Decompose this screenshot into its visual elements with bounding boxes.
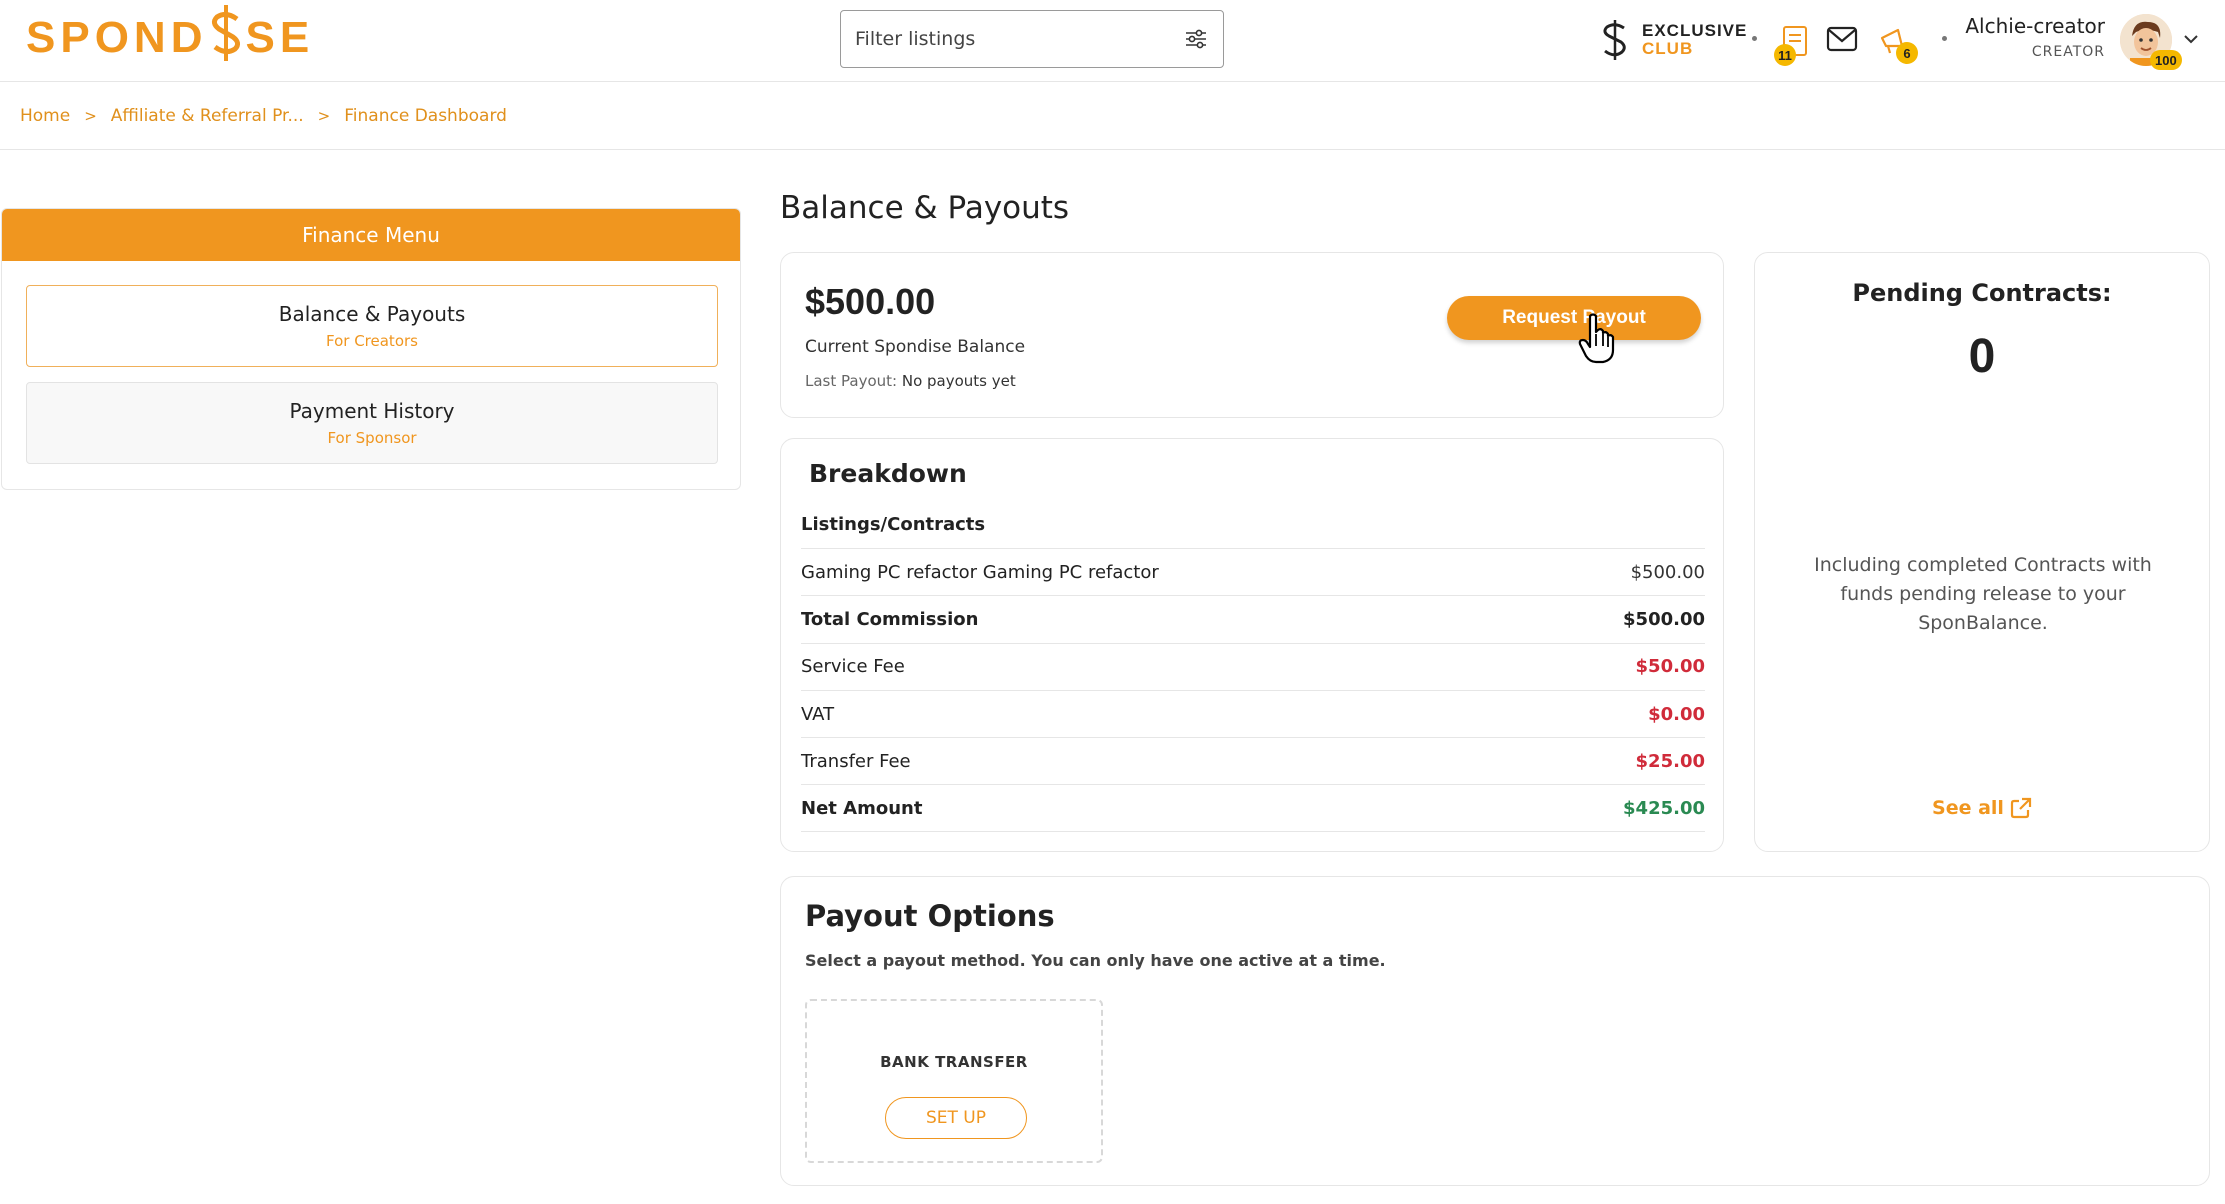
breakdown-card: Breakdown Listings/Contracts Gaming PC r… bbox=[780, 438, 1724, 852]
breakdown-label: Total Commission bbox=[801, 608, 979, 630]
breakdown-label: Transfer Fee bbox=[801, 750, 911, 772]
sidebar-item-sublabel: For Sponsor bbox=[327, 429, 417, 447]
filter-sliders-icon[interactable] bbox=[1183, 26, 1209, 52]
contracts-count-badge: 11 bbox=[1774, 44, 1796, 66]
balance-label: Current Spondise Balance bbox=[805, 337, 1026, 357]
exclusive-club-link[interactable]: EXCLUSIVE CLUB bbox=[1598, 18, 1747, 62]
page: SPOND SE Filter listings EXCLUSIVE CLUB … bbox=[0, 0, 2225, 1204]
breadcrumb: Home > Affiliate & Referral Pr... > Fina… bbox=[20, 106, 507, 126]
table-row: Gaming PC refactor Gaming PC refactor $5… bbox=[801, 548, 1705, 595]
breakdown-subheader: Listings/Contracts bbox=[801, 514, 986, 535]
breakdown-value: $500.00 bbox=[1630, 561, 1705, 583]
balance-amount: $500.00 bbox=[805, 281, 936, 322]
logo-dollar-icon bbox=[212, 5, 241, 61]
table-row: VAT $0.00 bbox=[801, 689, 1705, 737]
breakdown-label: VAT bbox=[801, 703, 835, 725]
breadcrumb-divider bbox=[0, 149, 2225, 150]
search-bar[interactable] bbox=[840, 10, 1224, 68]
payout-options-card: Payout Options Select a payout method. Y… bbox=[780, 876, 2210, 1186]
payout-options-subtitle: Select a payout method. You can only hav… bbox=[805, 951, 1386, 970]
user-role: CREATOR bbox=[2031, 44, 2105, 60]
sidebar-item-payment-history[interactable]: Payment History For Sponsor bbox=[26, 382, 718, 464]
sidebar-item-sublabel: For Creators bbox=[326, 332, 418, 350]
hand-pointer-cursor-icon bbox=[1578, 313, 1615, 364]
breakdown-value: $0.00 bbox=[1648, 703, 1705, 725]
finance-menu-title: Finance Menu bbox=[2, 209, 740, 261]
payout-option-name: BANK TRANSFER bbox=[880, 1053, 1028, 1071]
spondise-logo[interactable]: SPOND SE bbox=[26, 5, 314, 68]
request-payout-button[interactable]: Request Payout bbox=[1447, 296, 1701, 340]
breakdown-table: Gaming PC refactor Gaming PC refactor $5… bbox=[801, 548, 1705, 832]
breadcrumb-separator: > bbox=[84, 107, 97, 125]
breakdown-label: Gaming PC refactor Gaming PC refactor bbox=[801, 561, 1159, 583]
pending-contracts-card: Pending Contracts: 0 Including completed… bbox=[1754, 252, 2210, 852]
external-link-icon bbox=[2010, 797, 2032, 819]
user-info[interactable]: Alchie-creator CREATOR bbox=[1965, 14, 2105, 60]
breakdown-value: $500.00 bbox=[1623, 608, 1705, 630]
last-payout-value: No payouts yet bbox=[901, 372, 1016, 390]
notifications-count-badge: 6 bbox=[1896, 42, 1918, 64]
header-divider-dot bbox=[1752, 36, 1757, 41]
payout-option-bank-transfer[interactable]: BANK TRANSFER SET UP bbox=[805, 999, 1103, 1163]
pending-contracts-count: 0 bbox=[1968, 330, 1996, 383]
avatar-level-badge: 100 bbox=[2150, 50, 2182, 70]
last-payout-label: Last Payout: bbox=[805, 372, 898, 390]
finance-menu: Finance Menu Balance & Payouts For Creat… bbox=[1, 208, 741, 490]
search-input[interactable] bbox=[855, 28, 1183, 50]
breadcrumb-finance-dashboard[interactable]: Finance Dashboard bbox=[344, 106, 507, 126]
header-divider-dot bbox=[1942, 36, 1947, 41]
logo-dollar-glyph bbox=[209, 3, 243, 73]
table-row: Transfer Fee $25.00 bbox=[801, 737, 1705, 784]
sidebar-item-label: Payment History bbox=[289, 399, 455, 423]
mail-icon[interactable] bbox=[1826, 26, 1858, 52]
chevron-down-icon[interactable] bbox=[2180, 28, 2202, 50]
breadcrumb-home[interactable]: Home bbox=[20, 106, 70, 126]
pending-contracts-note: Including completed Contracts with funds… bbox=[1814, 554, 2152, 634]
set-up-button[interactable]: SET UP bbox=[885, 1097, 1027, 1139]
table-row: Net Amount $425.00 bbox=[801, 784, 1705, 832]
breakdown-value: $50.00 bbox=[1635, 656, 1705, 678]
exclusive-club-icon bbox=[1603, 20, 1626, 60]
last-payout: Last Payout: No payouts yet bbox=[805, 372, 1016, 390]
page-title: Balance & Payouts bbox=[780, 190, 1070, 226]
pending-contracts-title: Pending Contracts: bbox=[1852, 279, 2112, 307]
club-label: CLUB bbox=[1642, 39, 1694, 58]
table-row: Total Commission $500.00 bbox=[801, 595, 1705, 642]
see-all-label: See all bbox=[1932, 797, 2004, 819]
breakdown-value: $425.00 bbox=[1623, 797, 1705, 819]
breakdown-label: Net Amount bbox=[801, 797, 923, 819]
see-all-link[interactable]: See all bbox=[1755, 797, 2209, 819]
breakdown-label: Service Fee bbox=[801, 656, 905, 678]
payout-options-title: Payout Options bbox=[805, 899, 1055, 933]
breadcrumb-affiliate[interactable]: Affiliate & Referral Pr... bbox=[111, 106, 304, 126]
table-row: Service Fee $50.00 bbox=[801, 642, 1705, 690]
exclusive-label: EXCLUSIVE bbox=[1642, 21, 1748, 41]
user-name: Alchie-creator bbox=[1965, 14, 2105, 38]
sidebar-item-balance-payouts[interactable]: Balance & Payouts For Creators bbox=[26, 285, 718, 367]
breakdown-value: $25.00 bbox=[1635, 750, 1705, 772]
sidebar-item-label: Balance & Payouts bbox=[278, 302, 466, 326]
breadcrumb-separator: > bbox=[317, 107, 331, 125]
top-header: SPOND SE Filter listings EXCLUSIVE CLUB … bbox=[0, 0, 2225, 82]
breakdown-title: Breakdown bbox=[809, 459, 967, 488]
